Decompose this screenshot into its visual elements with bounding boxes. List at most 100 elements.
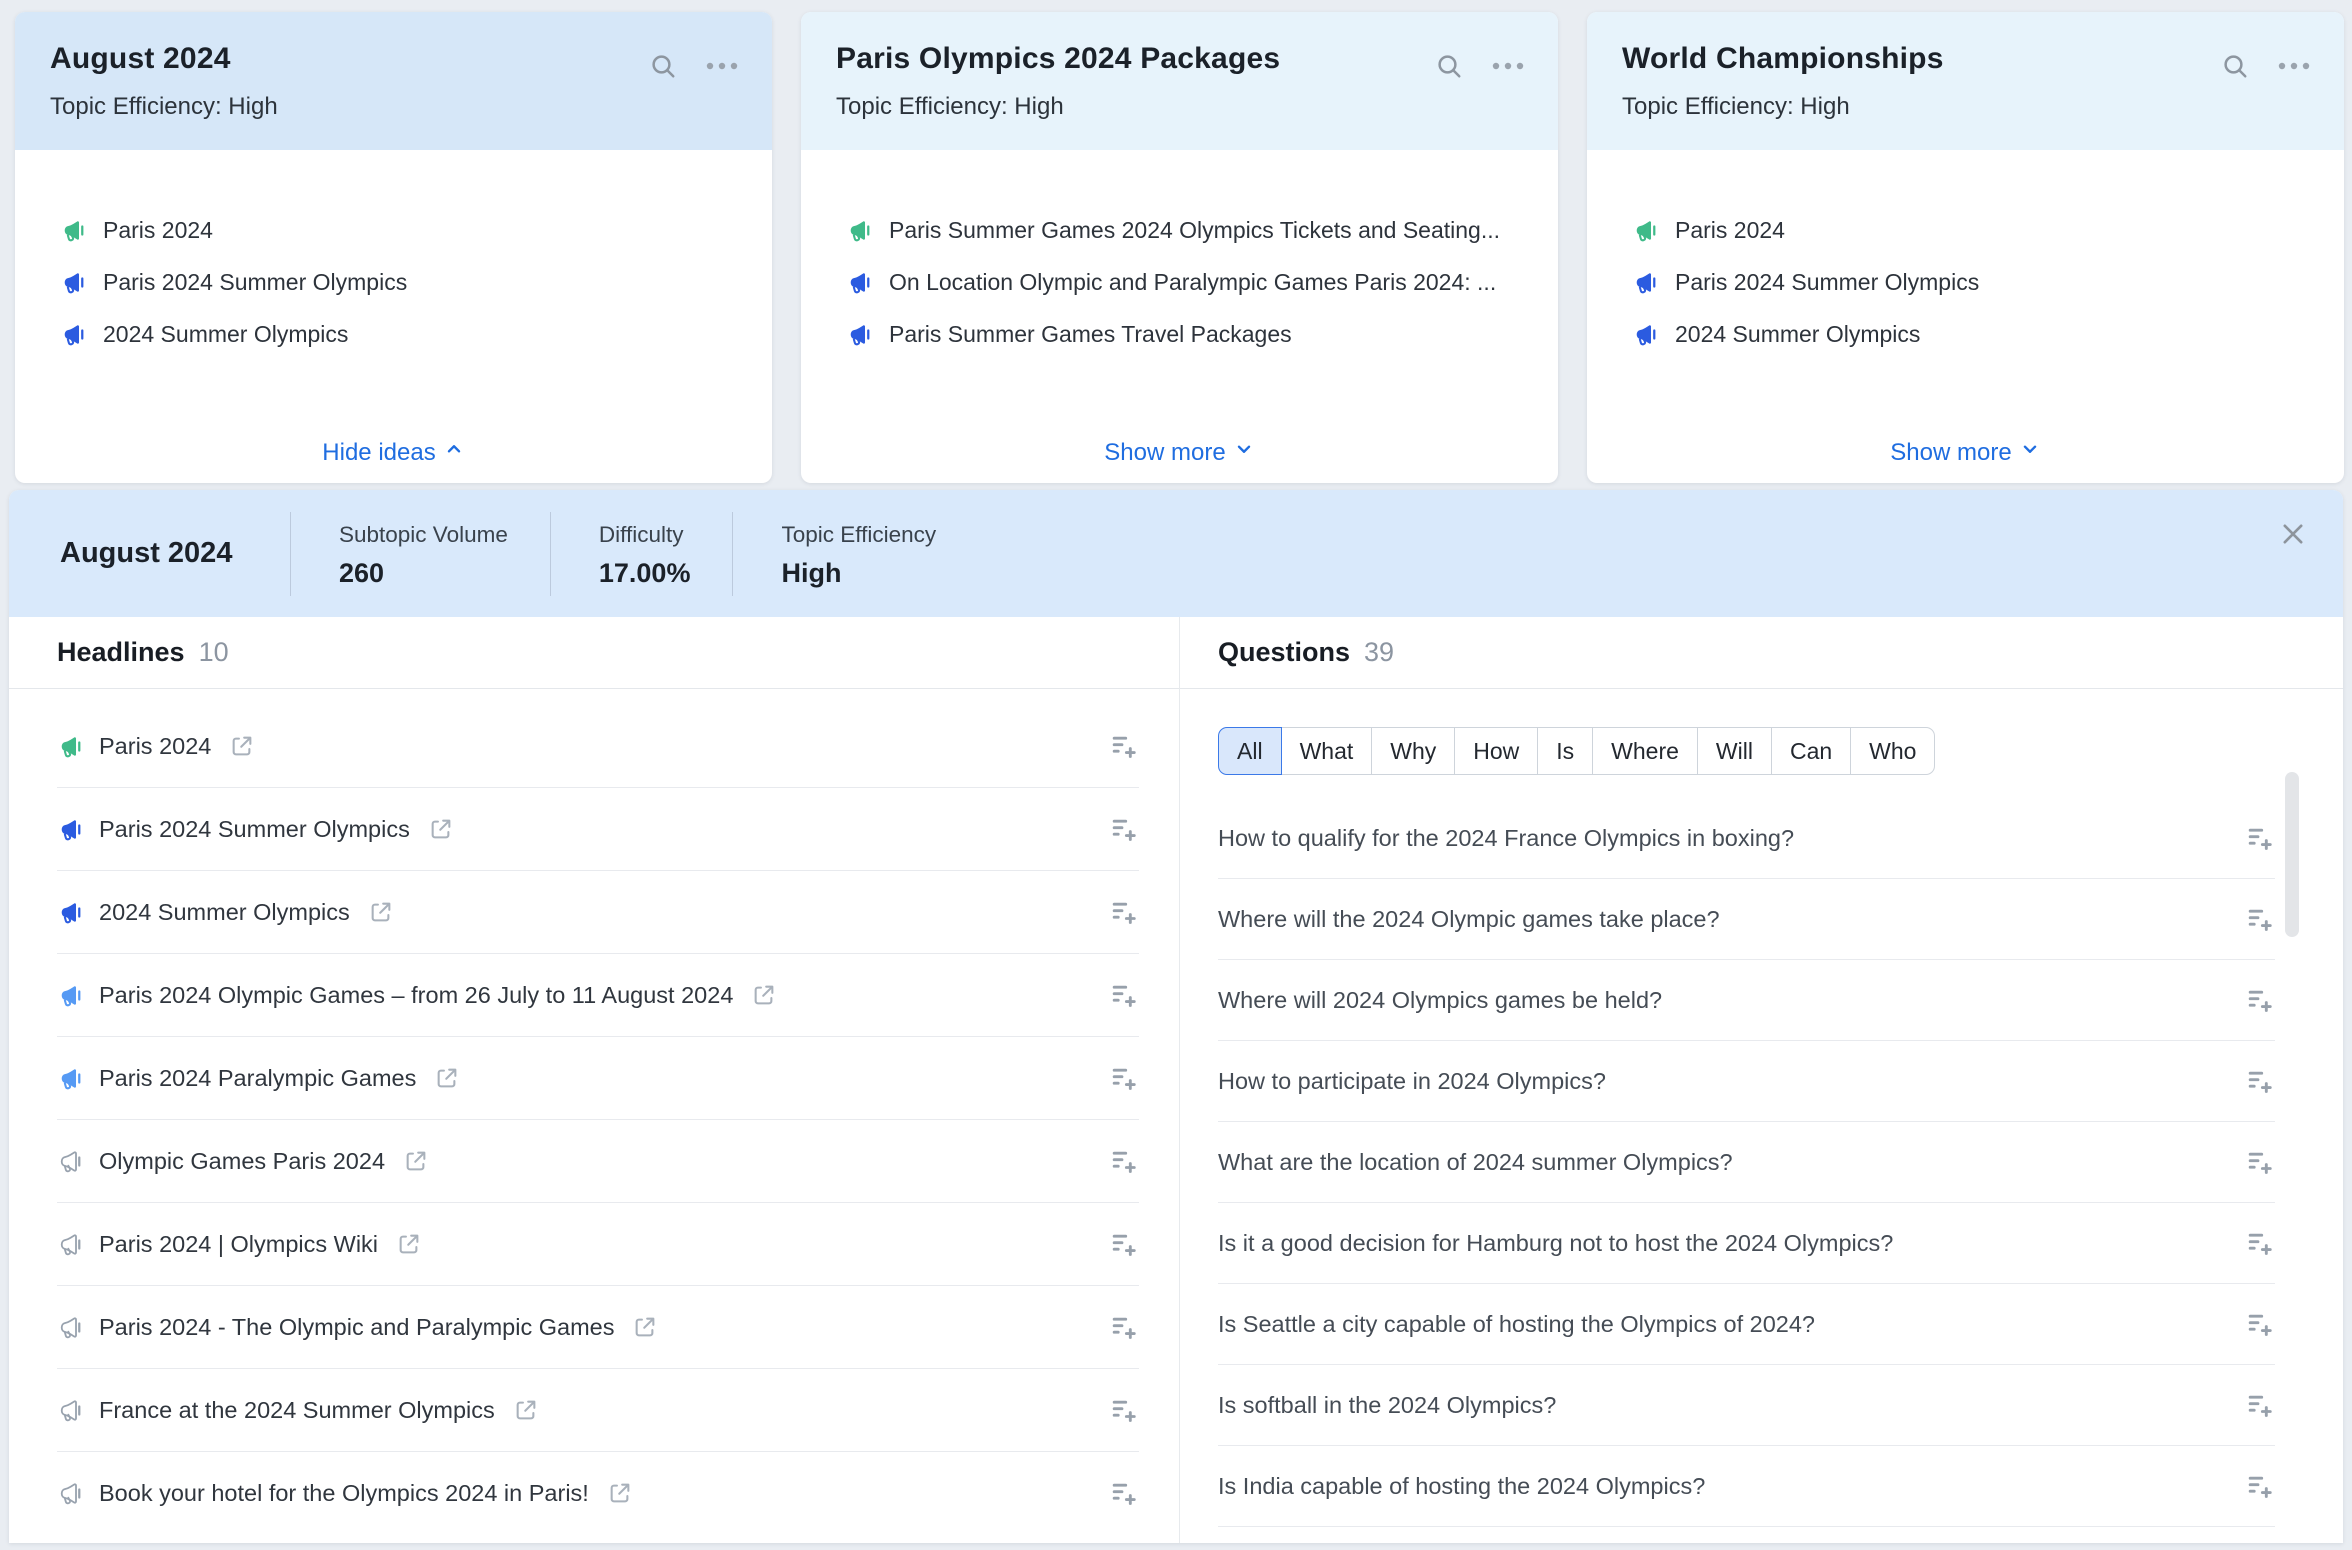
question-text: Is Seattle a city capable of hosting the… [1218,1310,1815,1337]
question-filter-all[interactable]: All [1218,727,1282,775]
questions-header: Questions 39 [1180,617,2343,689]
stat-difficulty: Difficulty 17.00% [549,511,733,596]
question-filter-where[interactable]: Where [1592,727,1698,775]
megaphone-icon [1636,272,1656,293]
question-row: What are the location of 2024 summer Oly… [1218,1122,2275,1203]
add-to-list-icon[interactable] [1109,731,1139,761]
question-filter-who[interactable]: Who [1850,727,1936,775]
add-to-list-icon[interactable] [2245,823,2275,853]
add-to-list-icon[interactable] [1109,1395,1139,1425]
search-icon[interactable] [2220,51,2250,81]
detail-topic-title: August 2024 [60,537,233,569]
question-filter-why[interactable]: Why [1371,727,1456,775]
card-idea-item: Paris 2024 [60,204,744,256]
megaphone-icon [60,1316,81,1338]
card-idea-item: Paris 2024 Summer Olympics [60,256,744,308]
question-row: Where will 2024 Olympics games be held? [1218,960,2275,1041]
headline-text: Paris 2024 | Olympics Wiki [99,1230,379,1257]
megaphone-icon [61,902,81,923]
megaphone-icon [60,1150,81,1172]
add-to-list-icon[interactable] [1109,814,1139,844]
megaphone-icon [64,324,84,345]
external-link-icon[interactable] [434,1065,460,1091]
headline-row: Paris 2024 - The Olympic and Paralympic … [57,1286,1139,1369]
card-idea-item: Paris 2024 Summer Olympics [1632,256,2316,308]
show-more-link[interactable]: Show more [801,438,1558,467]
topic-efficiency-label: Topic Efficiency: High [1622,93,1850,120]
card-header: August 2024 Topic Efficiency: High [15,12,772,150]
add-to-list-icon[interactable] [2245,904,2275,934]
question-row: Is softball in the 2024 Olympics? [1218,1365,2275,1446]
more-options-icon[interactable] [1488,54,1528,78]
megaphone-icon [850,220,870,241]
questions-pane: Questions 39 All What Why How Is Where Will Can… [1180,617,2343,1543]
question-row: Where will the 2024 Olympic games take p… [1218,879,2275,960]
search-icon[interactable] [648,51,678,81]
chevron-down-icon [1233,438,1255,467]
external-link-icon[interactable] [229,733,255,759]
headline-row: France at the 2024 Summer Olympics [57,1369,1139,1452]
stat-topic-efficiency: Topic Efficiency High [732,511,978,596]
add-to-list-icon[interactable] [2245,985,2275,1015]
question-filter-what[interactable]: What [1280,727,1373,775]
external-link-icon[interactable] [403,1148,429,1174]
idea-text: Paris Summer Games Travel Packages [889,320,1292,347]
question-text: Where will the 2024 Olympic games take p… [1218,905,1720,932]
external-link-icon[interactable] [513,1397,539,1423]
question-filter-how[interactable]: How [1454,727,1539,775]
topic-card-world-championships[interactable]: World Championships Topic Efficiency: Hi… [1587,12,2344,483]
headline-text: Paris 2024 Olympic Games – from 26 July … [99,981,734,1008]
add-to-list-icon[interactable] [2245,1471,2275,1501]
topic-card-paris-olympics-2024-packages[interactable]: Paris Olympics 2024 Packages Topic Effic… [801,12,1558,483]
more-options-icon[interactable] [702,54,742,78]
add-to-list-icon[interactable] [1109,1146,1139,1176]
close-icon[interactable] [2279,520,2307,548]
show-more-link[interactable]: Show more [1587,438,2344,467]
question-filter-is[interactable]: Is [1537,727,1594,775]
question-row: How to participate in 2024 Olympics? [1218,1041,2275,1122]
add-to-list-icon[interactable] [2245,1066,2275,1096]
add-to-list-icon[interactable] [2245,1309,2275,1339]
card-idea-list: Paris 2024 Paris 2024 Summer Olympics 2024… [1587,150,2344,360]
headline-row: Paris 2024 | Olympics Wiki [57,1203,1139,1286]
add-to-list-icon[interactable] [2245,1228,2275,1258]
hide-ideas-link[interactable]: Hide ideas [15,438,772,467]
external-link-icon[interactable] [607,1480,633,1506]
add-to-list-icon[interactable] [1109,1229,1139,1259]
external-link-icon[interactable] [751,982,777,1008]
megaphone-icon [60,1233,81,1255]
headline-text: Paris 2024 - The Olympic and Paralympic … [99,1313,615,1340]
add-to-list-icon[interactable] [1109,897,1139,927]
add-to-list-icon[interactable] [1109,1312,1139,1342]
idea-text: Paris 2024 [1675,216,1785,243]
idea-text: Paris 2024 Summer Olympics [103,268,408,295]
add-to-list-icon[interactable] [1109,980,1139,1010]
question-filter-can[interactable]: Can [1770,727,1852,775]
megaphone-icon [850,272,870,293]
question-filter-will[interactable]: Will [1696,727,1772,775]
idea-text: Paris 2024 [103,216,213,243]
card-idea-list: Paris 2024 Paris 2024 Summer Olympics 2024… [15,150,772,360]
megaphone-icon [61,1068,81,1089]
question-text: Is it a good decision for Hamburg not to… [1218,1229,1894,1256]
question-row: Is it a good decision for Hamburg not to… [1218,1203,2275,1284]
search-icon[interactable] [1434,51,1464,81]
headline-text: Book your hotel for the Olympics 2024 in… [99,1479,589,1506]
questions-scrollbar-thumb[interactable] [2285,772,2299,937]
add-to-list-icon[interactable] [2245,1390,2275,1420]
external-link-icon[interactable] [428,816,454,842]
headline-row: Olympic Games Paris 2024 [57,1120,1139,1203]
headline-text: Paris 2024 Summer Olympics [99,815,410,842]
headline-text: 2024 Summer Olympics [99,898,350,925]
headline-list: Paris 2024 Paris 2024 Summer Olympics 2024… [9,689,1179,1534]
topic-card-august-2024[interactable]: August 2024 Topic Efficiency: High Paris… [15,12,772,483]
question-filter-tabs: All What Why How Is Where Will Can Who [1218,727,1936,775]
external-link-icon[interactable] [632,1314,658,1340]
external-link-icon[interactable] [396,1231,422,1257]
add-to-list-icon[interactable] [2245,1147,2275,1177]
more-options-icon[interactable] [2274,54,2314,78]
add-to-list-icon[interactable] [1109,1063,1139,1093]
card-idea-item: 2024 Summer Olympics [1632,308,2316,360]
add-to-list-icon[interactable] [1109,1478,1139,1508]
external-link-icon[interactable] [368,899,394,925]
